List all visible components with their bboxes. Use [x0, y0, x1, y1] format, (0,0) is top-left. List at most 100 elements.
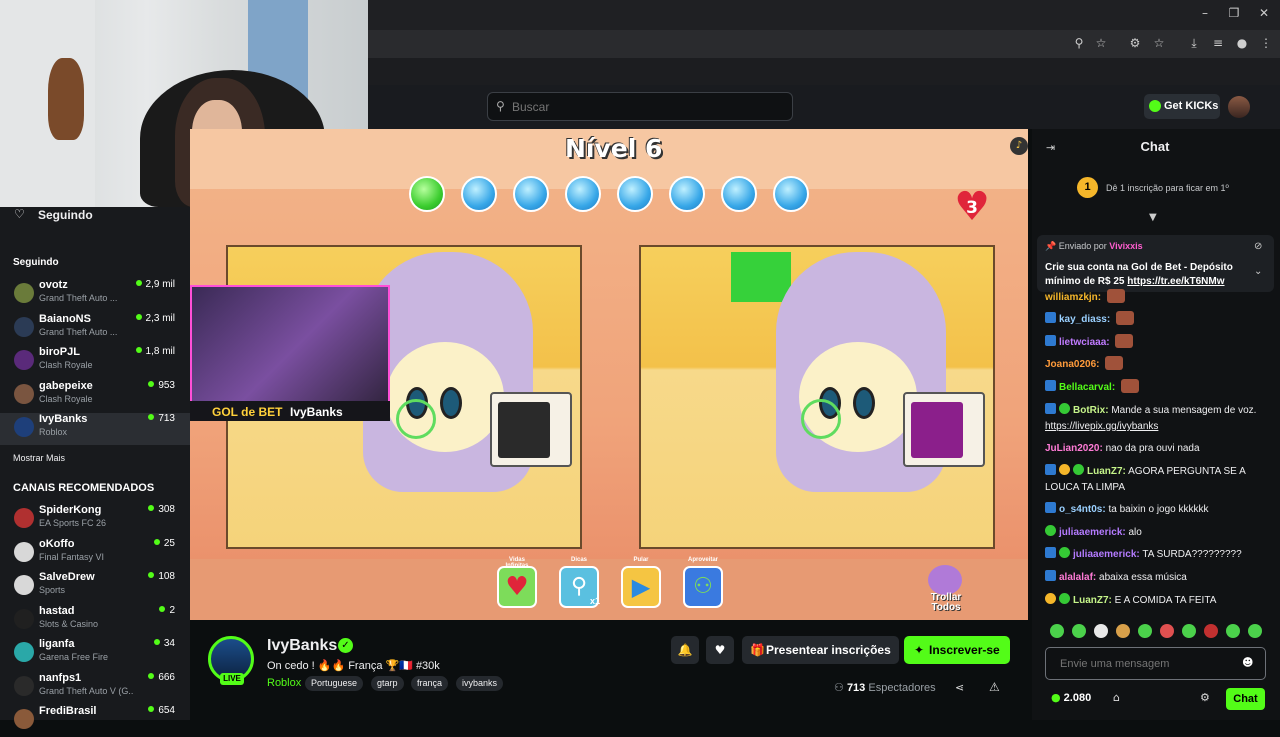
extension-icon[interactable]: ⚙ [1127, 36, 1143, 52]
sidebar-channel-biropjl[interactable]: biroPJL Clash Royale 1,8 mil [0, 346, 190, 378]
sidebar-channel-baianons[interactable]: BaianoNS Grand Theft Auto ... 2,3 mil [0, 313, 190, 345]
sub-goal-text[interactable]: Dê 1 inscrição para ficar em 1º [1106, 183, 1229, 193]
found-difference-marker [801, 399, 841, 439]
unpin-icon[interactable]: ⊘ [1254, 241, 1262, 252]
pinned-link[interactable]: https://tr.ee/kT6NMw [1127, 276, 1224, 287]
channel-name: liganfa [39, 638, 75, 650]
chat-username[interactable]: LuanZ7: [1073, 595, 1112, 606]
music-note-icon[interactable]: ♪ [1010, 137, 1028, 155]
sidebar-channel-gabepeixe[interactable]: gabepeixe Clash Royale 953 [0, 380, 190, 412]
emote[interactable] [1050, 624, 1064, 638]
favorites-icon[interactable]: ☆ [1151, 36, 1167, 52]
filter-icon[interactable]: ▼ [1149, 212, 1157, 223]
stream-tag[interactable]: Portuguese [305, 676, 364, 691]
channel-name[interactable]: IvyBanks [267, 637, 337, 655]
download-icon[interactable]: ⤓ [1186, 36, 1202, 52]
chat-message-input[interactable] [1060, 656, 1240, 672]
gift-subs-button[interactable]: 🎁 Presentear inscrições [742, 636, 899, 664]
stream-tag[interactable]: frança [411, 676, 449, 691]
viewer-count: 2 [169, 604, 175, 616]
minimize-icon[interactable]: – [1195, 6, 1215, 24]
stream-tag[interactable]: ivybanks [456, 676, 504, 691]
emote[interactable] [1094, 624, 1108, 638]
emote[interactable] [1138, 624, 1152, 638]
chat-username[interactable]: alalalaf: [1059, 572, 1096, 583]
store-icon[interactable]: ⌂ [1113, 691, 1120, 704]
emoji-picker-icon[interactable]: ☻ [1242, 656, 1253, 669]
chat-username[interactable]: lietwciaaa: [1059, 337, 1110, 348]
zoom-icon[interactable]: ⚲ [1071, 36, 1087, 52]
chat-username[interactable]: juliaaemerick: [1059, 527, 1126, 538]
subscribe-button[interactable]: ✦ Inscrever-se [904, 636, 1010, 664]
emote[interactable] [1182, 624, 1196, 638]
restore-icon[interactable]: ❐ [1224, 6, 1244, 24]
chat-username[interactable]: LuanZ7: [1087, 466, 1126, 477]
chat-input-box[interactable] [1045, 647, 1266, 680]
follow-heart-button[interactable]: ♥ [706, 636, 734, 664]
channel-avatar [14, 350, 34, 370]
stream-tag[interactable]: gtarp [371, 676, 404, 691]
chat-settings-icon[interactable]: ⚙ [1200, 691, 1210, 704]
emote[interactable] [1248, 624, 1262, 638]
close-icon[interactable]: ✕ [1254, 6, 1274, 24]
powerup-label: Dicas [570, 557, 587, 563]
sidebar-channel-liganfa[interactable]: liganfa Garena Free Fire 34 [0, 638, 190, 670]
sidebar-channel-hastad[interactable]: hastad Slots & Casino 2 [0, 605, 190, 637]
kicks-balance[interactable]: ● 2.080 [1051, 691, 1091, 704]
share-icon[interactable]: ⋖ [955, 681, 964, 694]
chat-username[interactable]: Joana0206: [1045, 359, 1099, 370]
emote[interactable] [1204, 624, 1218, 638]
pinned-username[interactable]: Vivixxis [1109, 241, 1142, 251]
menu-icon[interactable]: ⋮ [1258, 36, 1274, 52]
emote[interactable] [1116, 624, 1130, 638]
pip-streamer-name: IvyBanks [290, 405, 343, 419]
kicks-icon: ● [1051, 691, 1061, 704]
chat-message-text: alo [1128, 527, 1142, 538]
sidebar-channel-fredibrasil[interactable]: FrediBrasil 654 [0, 705, 190, 737]
chat-username[interactable]: o_s4nt0s: [1059, 504, 1106, 515]
chat-message: LuanZ7: AGORA PERGUNTA SE A LOUCA TA LIM… [1045, 464, 1263, 496]
chat-username[interactable]: kay_diass: [1059, 314, 1110, 325]
search-input[interactable] [512, 98, 782, 116]
emote[interactable] [1160, 624, 1174, 638]
emote[interactable] [1072, 624, 1086, 638]
expand-chevron-icon[interactable]: ⌄ [1254, 266, 1262, 277]
chat-username[interactable]: williamzkjn: [1045, 292, 1101, 303]
send-chat-button[interactable]: Chat [1226, 688, 1265, 710]
profile-icon[interactable]: ● [1234, 36, 1250, 52]
troll-all-button[interactable]: Trollar Todos [918, 563, 972, 618]
viewer-number: 713 [846, 682, 866, 694]
channel-name: SpiderKong [39, 504, 102, 516]
chat-message-text: E A COMIDA TA FEITA [1114, 595, 1217, 606]
collapse-chat-icon[interactable]: ⇥ [1046, 141, 1055, 154]
chat-username[interactable]: Bellacarval: [1059, 382, 1115, 393]
sidebar-channel-salvedrew[interactable]: SalveDrew Sports 108 [0, 571, 190, 603]
notification-bell-button[interactable]: 🔔 [671, 636, 699, 664]
chat-link[interactable]: https://livepix.gg/ivybanks [1045, 421, 1158, 432]
infinite-lives-powerup[interactable]: ♥ [497, 566, 537, 608]
report-icon[interactable]: ⚠ [989, 680, 1000, 694]
stream-category[interactable]: Roblox [267, 677, 301, 689]
chat-username[interactable]: BotRix: [1073, 405, 1109, 416]
chat-username[interactable]: JuLian2020: [1045, 443, 1103, 454]
show-more-link[interactable]: Mostrar Mais [13, 453, 65, 463]
search-box[interactable]: ⚲ [487, 92, 793, 121]
puzzle-image-right[interactable] [639, 245, 995, 549]
skip-powerup[interactable]: ▶ [621, 566, 661, 608]
sidebar-channel-spiderkong[interactable]: SpiderKong EA Sports FC 26 308 [0, 504, 190, 536]
bookmark-star-icon[interactable]: ☆ [1093, 36, 1109, 52]
get-kicks-button[interactable]: Get KICKs [1144, 94, 1220, 119]
sidebar-channel-nanfps1[interactable]: nanfps1 Grand Theft Auto V (G... 666 [0, 672, 190, 704]
chat-username[interactable]: juliaaemerick: [1073, 549, 1140, 560]
sidebar-channel-ovotz[interactable]: ovotz Grand Theft Auto ... 2,9 mil [0, 279, 190, 311]
bonus-powerup[interactable]: ⚇ [683, 566, 723, 608]
chat-emote [1106, 289, 1125, 303]
emote[interactable] [1226, 624, 1240, 638]
chat-message-text: TA SURDA????????? [1142, 549, 1242, 560]
chat-message-text: abaixa essa música [1099, 572, 1187, 583]
sidebar-channel-okoffo[interactable]: oKoffo Final Fantasy VI 25 [0, 538, 190, 570]
user-avatar[interactable] [1228, 96, 1250, 118]
sidebar-title[interactable]: Seguindo [38, 208, 93, 222]
sidebar-channel-ivybanks[interactable]: IvyBanks Roblox 713 [0, 413, 190, 445]
media-icon[interactable]: ≡ [1210, 36, 1226, 52]
